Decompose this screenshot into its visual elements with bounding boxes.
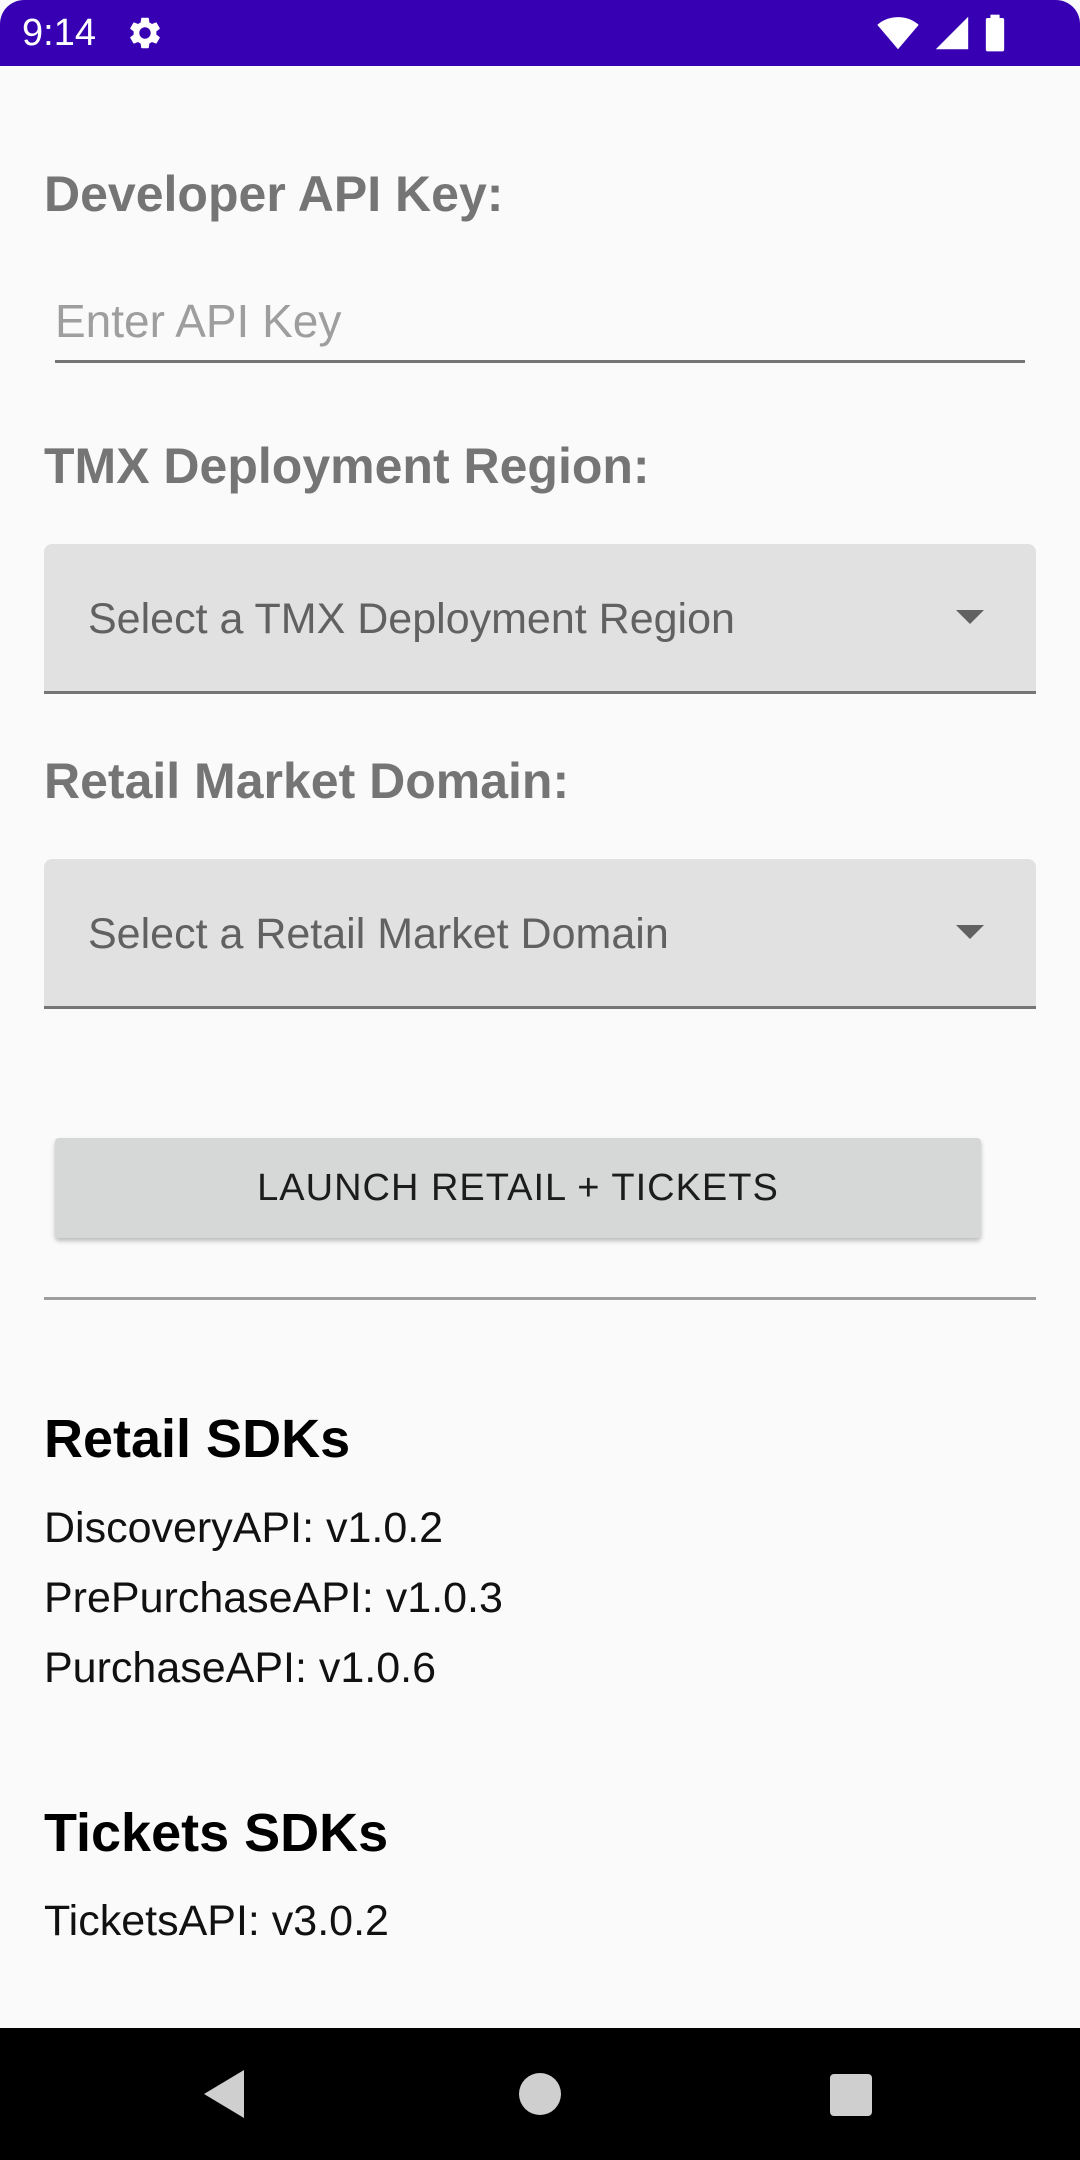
domain-label: Retail Market Domain:: [44, 753, 570, 809]
status-bar: 9:14: [0, 0, 1080, 66]
gear-icon: [130, 17, 160, 49]
chevron-down-icon: [956, 925, 984, 939]
battery-icon: [985, 14, 1005, 52]
region-dropdown[interactable]: Select a TMX Deployment Region: [44, 544, 1036, 694]
chevron-down-icon: [956, 610, 984, 624]
status-time: 9:14: [22, 12, 96, 54]
back-icon[interactable]: [204, 2070, 244, 2118]
home-icon[interactable]: [519, 2073, 561, 2115]
domain-dropdown[interactable]: Select a Retail Market Domain: [44, 859, 1036, 1009]
recents-icon[interactable]: [830, 2074, 872, 2116]
launch-button[interactable]: LAUNCH RETAIL + TICKETS: [55, 1138, 981, 1238]
signal-icon: [935, 16, 969, 50]
navigation-bar: [0, 2028, 1080, 2160]
sdk-item-purchase: PurchaseAPI: v1.0.6: [44, 1644, 436, 1692]
region-dropdown-text: Select a TMX Deployment Region: [88, 595, 735, 643]
retail-sdks-title: Retail SDKs: [44, 1409, 351, 1469]
region-label: TMX Deployment Region:: [44, 438, 650, 494]
api-key-label: Developer API Key:: [44, 166, 504, 222]
tickets-sdks-title: Tickets SDKs: [44, 1803, 389, 1863]
sdk-item-tickets: TicketsAPI: v3.0.2: [44, 1897, 389, 1945]
sdk-item-discovery: DiscoveryAPI: v1.0.2: [44, 1504, 444, 1552]
api-key-input[interactable]: [55, 282, 1025, 363]
status-icons: [876, 14, 1006, 52]
wifi-icon: [877, 17, 919, 50]
sdk-item-prepurchase: PrePurchaseAPI: v1.0.3: [44, 1574, 503, 1622]
domain-dropdown-text: Select a Retail Market Domain: [88, 910, 669, 958]
divider: [44, 1297, 1036, 1300]
